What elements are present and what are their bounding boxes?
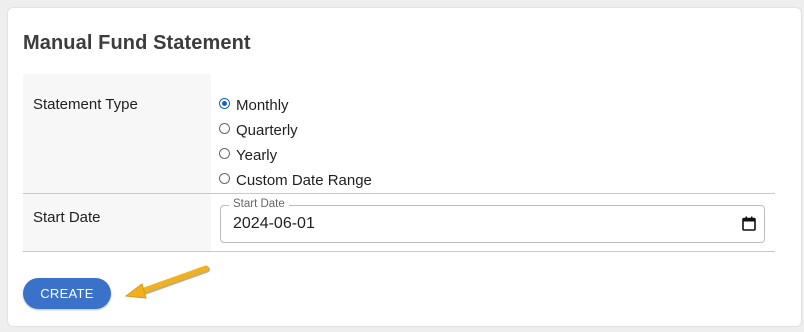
radio-button-yearly[interactable] — [219, 148, 230, 159]
radio-button-quarterly[interactable] — [219, 123, 230, 134]
statement-form: Statement Type Monthly Quarterly Yearly — [23, 74, 775, 252]
radio-option-quarterly[interactable]: Quarterly — [219, 118, 372, 143]
start-date-input[interactable]: Start Date 2024-06-01 — [220, 198, 765, 243]
radio-option-monthly[interactable]: Monthly — [219, 93, 372, 118]
radio-option-custom-date-range[interactable]: Custom Date Range — [219, 168, 372, 193]
radio-option-yearly[interactable]: Yearly — [219, 143, 372, 168]
start-date-row: Start Date Start Date 2024-06-01 — [23, 194, 775, 252]
start-date-value[interactable]: 2024-06-01 — [233, 215, 315, 233]
statement-type-row: Statement Type Monthly Quarterly Yearly — [23, 74, 775, 194]
radio-label-quarterly[interactable]: Quarterly — [236, 122, 298, 139]
calendar-icon[interactable] — [742, 216, 756, 231]
statement-type-radio-group: Monthly Quarterly Yearly Custom Date Ran… — [219, 93, 372, 193]
radio-label-custom-date-range[interactable]: Custom Date Range — [236, 172, 372, 189]
page-title: Manual Fund Statement — [23, 32, 251, 54]
statement-type-label: Statement Type — [23, 74, 211, 193]
annotation-arrow-icon — [124, 265, 210, 299]
radio-label-monthly[interactable]: Monthly — [236, 97, 289, 114]
start-date-label: Start Date — [23, 194, 211, 251]
start-date-field-legend: Start Date — [229, 198, 289, 210]
radio-button-monthly[interactable] — [219, 98, 230, 109]
manual-fund-statement-card: Manual Fund Statement Statement Type Mon… — [7, 7, 802, 327]
create-button[interactable]: CREATE — [23, 278, 111, 309]
radio-button-custom-date-range[interactable] — [219, 173, 230, 184]
radio-label-yearly[interactable]: Yearly — [236, 147, 277, 164]
